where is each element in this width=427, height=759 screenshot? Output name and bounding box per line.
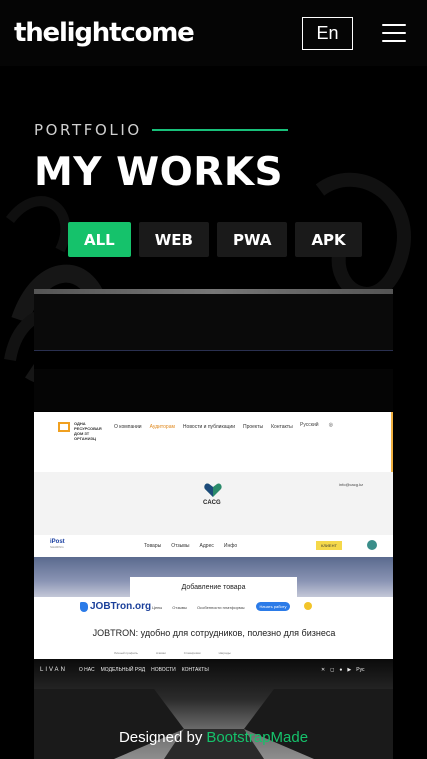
shot1-search-icon: ◎ (328, 422, 333, 428)
shot5-logo-icon (80, 601, 88, 612)
shot5-nav-item: Отзывы (172, 605, 187, 610)
shot5-footer: Личный профиль Ачивки Стажировки Награды (114, 651, 231, 655)
shot1-nav-item: Аудиторам (149, 424, 175, 430)
shot5-footer-item: Награды (218, 651, 231, 655)
portfolio-item-partial[interactable] (34, 289, 393, 294)
shot6-brand: LIVAN (40, 667, 67, 673)
shot6-nav-item: МОДЕЛЬНЫЙ РЯД (100, 667, 146, 673)
shot2-name: CACG (203, 500, 221, 506)
shot3-avatar (367, 540, 377, 550)
portfolio-item-dark[interactable] (34, 350, 393, 412)
shot6-social: ✕ ◻ ● ▶ Рус (321, 667, 365, 673)
shot1-logo-icon (58, 422, 70, 432)
shot3-button: КЛИЕНТ (316, 541, 342, 550)
filter-all[interactable]: ALL (68, 222, 131, 257)
shot1-nav-item: О компании (114, 424, 142, 430)
shot3-nav-item: Адрес (199, 543, 214, 549)
youtube-icon: ▶ (347, 667, 352, 673)
instagram-icon: ◻ (330, 667, 335, 673)
portfolio-item-shot-5[interactable]: JOBTron.org Цены Отзывы Особенности плат… (34, 597, 393, 659)
section-title: MY WORKS (34, 150, 284, 195)
shot4-box: Добавление товара (130, 577, 297, 597)
shot3-nav-item: Инфо (223, 543, 238, 549)
portfolio-item-shot-3[interactable]: iPost SHARING Товары Отзывы Адрес Инфо К… (34, 535, 393, 557)
site-logo[interactable]: thelightcome (14, 18, 195, 48)
shot3-nav: Товары Отзывы Адрес Инфо (144, 543, 237, 549)
shot1-brand: ОДНА РЕСУРСОВАЯ ДОМ ЗТ ОРГАНИЗЦ (74, 421, 102, 441)
shot6-lang: Рус (356, 667, 365, 673)
subtitle-accent-line (151, 129, 288, 131)
shot5-footer-item: Ачивки (155, 651, 166, 655)
filter-apk[interactable]: APK (295, 222, 362, 257)
credit-prefix: Designed by (118, 728, 203, 746)
shot5-button: Начать работу (256, 602, 290, 611)
shot5-logo-text: JOBTron.org (90, 601, 152, 612)
shot6-nav-item: О НАС (78, 667, 95, 673)
site-header: thelightcome En (0, 0, 427, 66)
shot2-email: info@cacg.kz (339, 482, 364, 487)
shot5-headline: JOBTRON: удобно для сотрудников, полезно… (92, 628, 336, 638)
portfolio-item-shot-4[interactable]: Добавление товара (34, 557, 393, 597)
shot5-logo: JOBTron.org (80, 601, 151, 612)
shot5-user-icon (304, 602, 312, 610)
shot3-nav-item: Товары (144, 543, 162, 549)
shot2-logo-icon (204, 483, 222, 497)
facebook-icon: ● (339, 667, 343, 673)
footer-credit: Designed by BootstrapMade (34, 715, 393, 759)
x-icon: ✕ (321, 667, 326, 673)
shot6-nav-item: НОВОСТИ (151, 667, 176, 673)
shot1-nav-item: Контакты (271, 424, 293, 430)
hamburger-menu-icon[interactable] (382, 24, 406, 43)
portfolio-gallery: ОДНА РЕСУРСОВАЯ ДОМ ЗТ ОРГАНИЗЦ О компан… (34, 289, 393, 759)
shot3-nav-item: Отзывы (171, 543, 190, 549)
portfolio-item-shot-1[interactable]: ОДНА РЕСУРСОВАЯ ДОМ ЗТ ОРГАНИЗЦ О компан… (34, 412, 393, 472)
shot1-right: Русский ◎ (300, 422, 333, 428)
section-subtitle-text: PORTFOLIO (34, 121, 142, 139)
shot6-nav-item: КОНТАКТЫ (181, 667, 209, 673)
shot5-nav-item: Цены (152, 605, 163, 610)
filter-web[interactable]: WEB (138, 222, 209, 257)
filter-pwa[interactable]: PWA (216, 222, 288, 257)
shot3-logo-sub: SHARING (50, 545, 64, 549)
shot1-lang: Русский (300, 422, 319, 428)
shot5-nav-item: Особенности платформы (196, 605, 245, 610)
shot1-nav: О компании Аудиторам Новости и публикаци… (114, 424, 293, 430)
shot3-logo: iPost SHARING (50, 539, 65, 549)
credit-link[interactable]: BootstrapMade (206, 729, 308, 746)
shot5-footer-item: Личный профиль (114, 651, 138, 655)
section-subtitle: PORTFOLIO (34, 121, 288, 139)
language-button[interactable]: En (302, 17, 353, 50)
shot1-nav-item: Новости и публикации (182, 424, 235, 430)
portfolio-filters: ALL WEB PWA APK (68, 222, 362, 257)
shot1-nav-item: Проекты (243, 424, 264, 430)
portfolio-item-shot-2[interactable]: CACG info@cacg.kz (34, 472, 393, 535)
shot5-footer-item: Стажировки (183, 651, 201, 655)
shot5-nav: Цены Отзывы Особенности платформы (152, 605, 244, 610)
